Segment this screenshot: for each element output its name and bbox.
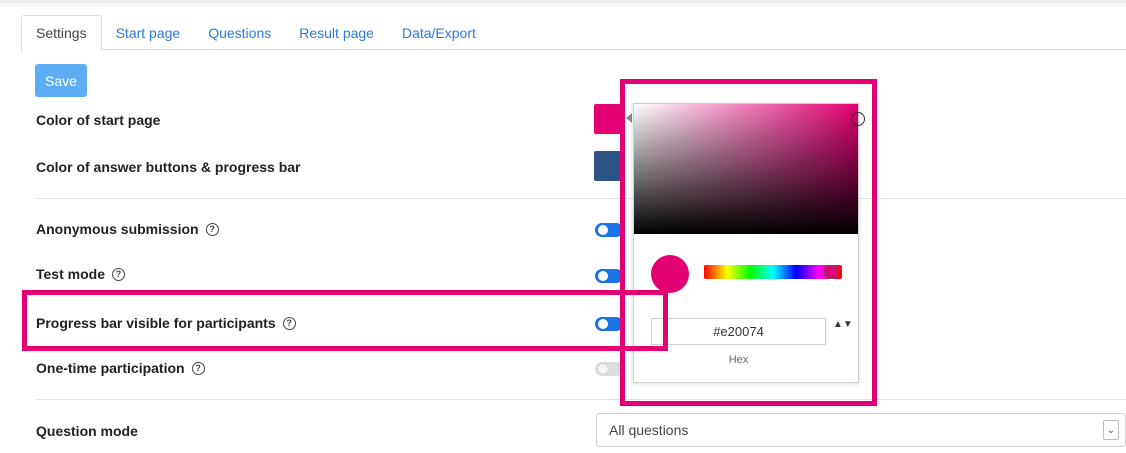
- question-mode-value: All questions: [609, 422, 689, 438]
- button-color-swatch[interactable]: [594, 151, 624, 181]
- anonymous-row: Anonymous submission ?: [36, 221, 219, 237]
- test-mode-row: Test mode ?: [36, 266, 125, 282]
- question-mode-row: Question mode: [36, 423, 138, 439]
- color-picker-popup: ▲▼ Hex: [633, 103, 865, 383]
- top-bar: [0, 0, 1126, 7]
- picker-caret-icon: [626, 113, 632, 123]
- question-mode-label: Question mode: [36, 423, 138, 439]
- hex-mode-label: Hex: [728, 354, 749, 366]
- start-color-label: Color of start page: [36, 112, 160, 128]
- saturation-handle[interactable]: [851, 112, 865, 126]
- tab-data-export[interactable]: Data/Export: [388, 15, 490, 50]
- saturation-area[interactable]: [634, 104, 858, 234]
- anonymous-label: Anonymous submission: [36, 221, 199, 237]
- start-color-swatch[interactable]: [594, 104, 624, 134]
- progress-visible-toggle[interactable]: [595, 317, 623, 331]
- start-color-label-text: Color of start page: [36, 112, 161, 128]
- anonymous-toggle[interactable]: [595, 223, 623, 237]
- survey-settings-page: Settings Start page Questions Result pag…: [0, 0, 1126, 453]
- test-mode-toggle[interactable]: [595, 269, 623, 283]
- progress-visible-row: Progress bar visible for participants ?: [36, 315, 296, 331]
- button-color-label-text: Color of answer buttons & progress bar: [36, 159, 301, 175]
- hue-slider-handle[interactable]: [824, 265, 838, 279]
- toggle-knob: [598, 364, 608, 374]
- one-time-label: One-time participation: [36, 360, 185, 376]
- hue-slider[interactable]: [704, 265, 842, 279]
- color-preview: [651, 255, 689, 293]
- hex-input[interactable]: [651, 318, 826, 345]
- button-color-label: Color of answer buttons & progress bar: [36, 159, 300, 175]
- tab-questions[interactable]: Questions: [194, 15, 285, 50]
- chevron-down-icon[interactable]: ⌄: [1103, 420, 1119, 440]
- toggle-knob: [598, 319, 608, 329]
- save-button[interactable]: Save: [35, 64, 87, 97]
- question-circle-icon[interactable]: ?: [111, 267, 125, 281]
- one-time-row: One-time participation ?: [36, 360, 205, 376]
- progress-visible-label: Progress bar visible for participants: [36, 315, 276, 331]
- test-mode-label: Test mode: [36, 266, 105, 282]
- toggle-knob: [598, 225, 608, 235]
- tab-result-page[interactable]: Result page: [285, 15, 388, 50]
- question-circle-icon[interactable]: ?: [191, 361, 205, 375]
- section-divider: [36, 198, 1126, 199]
- question-circle-icon[interactable]: ?: [282, 316, 296, 330]
- tab-settings[interactable]: Settings: [21, 15, 102, 51]
- tab-bar: Settings Start page Questions Result pag…: [21, 15, 1126, 51]
- mode-spinner-icon[interactable]: ▲▼: [833, 320, 853, 330]
- one-time-toggle[interactable]: [595, 362, 623, 376]
- toggle-knob: [598, 271, 608, 281]
- tab-start-page[interactable]: Start page: [102, 15, 195, 50]
- section-divider: [36, 399, 1126, 400]
- question-mode-select[interactable]: All questions ⌄: [596, 413, 1126, 447]
- question-circle-icon[interactable]: ?: [205, 222, 219, 236]
